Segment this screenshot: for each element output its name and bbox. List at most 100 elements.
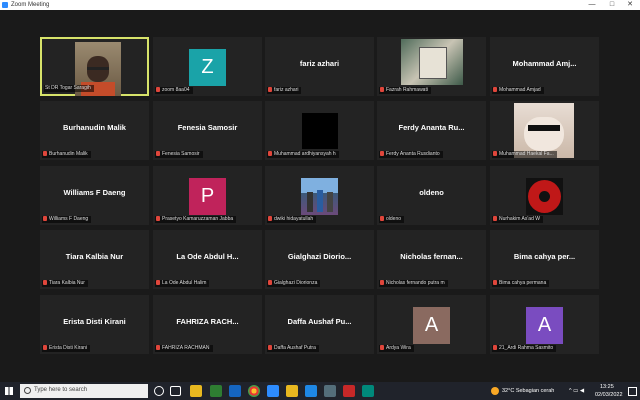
- participant-name-label: St DR Togar Saragih: [44, 85, 94, 92]
- participant-display-name: oldeno: [419, 188, 444, 197]
- avatar: P: [189, 178, 226, 215]
- mic-muted-icon: [156, 151, 160, 156]
- participant-name-label: fariz azhari: [267, 87, 302, 94]
- participant-tile[interactable]: La Ode Abdul H... La Ode Abdul Halim: [153, 230, 262, 289]
- mic-muted-icon: [493, 280, 497, 285]
- participant-name-label: Erista Disti Kirani: [42, 345, 91, 352]
- app-icon[interactable]: [324, 385, 336, 397]
- search-icon: [24, 387, 31, 394]
- participant-tile[interactable]: Gialghazi Diorio... Gialghazi Diorionza: [265, 230, 374, 289]
- participant-profile-image: [401, 39, 463, 85]
- participant-display-name: Erista Disti Kirani: [63, 317, 126, 326]
- participant-profile-image: [302, 113, 338, 149]
- avatar: Z: [189, 49, 226, 86]
- participant-tile[interactable]: Tiara Kalbia Nur Tiara Kalbia Nur: [40, 230, 149, 289]
- participant-tile[interactable]: Nurhakim As'ad W: [490, 166, 599, 225]
- participant-tile[interactable]: St DR Togar Saragih: [40, 37, 149, 96]
- participant-tile[interactable]: A 21_Ardi Rahma Sasmito: [490, 295, 599, 354]
- mic-muted-icon: [156, 345, 160, 350]
- clock-date[interactable]: 02/03/2022: [595, 392, 623, 398]
- mic-muted-icon: [493, 151, 497, 156]
- participant-display-name: Bima cahya per...: [513, 252, 576, 261]
- participant-display-name: Tiara Kalbia Nur: [65, 252, 124, 261]
- powerpoint-icon[interactable]: [343, 385, 355, 397]
- participant-profile-image: [514, 103, 574, 158]
- mail-icon[interactable]: [229, 385, 241, 397]
- participant-profile-image: [526, 178, 563, 215]
- windows-start-icon[interactable]: [5, 387, 13, 395]
- participant-tile[interactable]: fariz azhari fariz azhari: [265, 37, 374, 96]
- participant-tile[interactable]: P Prasetyo Kamaruzzaman Jabba: [153, 166, 262, 225]
- window-title: Zoom Meeting: [11, 2, 50, 8]
- avatar: A: [526, 307, 563, 344]
- participant-tile[interactable]: Daffa Aushaf Pu... Daffa Aushaf Putra: [265, 295, 374, 354]
- participant-tile[interactable]: Nicholas fernan... Nicholas fernando put…: [377, 230, 486, 289]
- chrome-icon[interactable]: [248, 385, 260, 397]
- participant-name-label: Nurhakim As'ad W: [492, 216, 543, 223]
- participant-name-label: Burhanudin Malik: [42, 151, 91, 158]
- mic-muted-icon: [268, 280, 272, 285]
- clock-time[interactable]: 13:25: [600, 384, 614, 390]
- zoom-app-icon: [2, 2, 8, 8]
- participant-tile[interactable]: Burhanudin Malik Burhanudin Malik: [40, 101, 149, 160]
- participant-tile[interactable]: Williams F Daeng Williams F Daeng: [40, 166, 149, 225]
- participant-name-label: Fenesia Samosir: [155, 151, 203, 158]
- mic-muted-icon: [156, 87, 160, 92]
- folder-icon[interactable]: [286, 385, 298, 397]
- participant-name-label: Daffa Aushaf Putra: [267, 345, 319, 352]
- cortana-icon[interactable]: [154, 386, 164, 396]
- word-icon[interactable]: [305, 385, 317, 397]
- participant-tile[interactable]: Mohammad Amj... Mohammad Amjad: [490, 37, 599, 96]
- file-explorer-icon[interactable]: [190, 385, 202, 397]
- participant-name-label: Muhammad ardhiyansyah h: [267, 151, 339, 158]
- mic-muted-icon: [43, 280, 47, 285]
- participant-display-name: La Ode Abdul H...: [176, 252, 239, 261]
- mic-muted-icon: [268, 345, 272, 350]
- participant-tile[interactable]: Z zoom 8aa04: [153, 37, 262, 96]
- app-icon[interactable]: [362, 385, 374, 397]
- search-placeholder: Type here to search: [34, 387, 88, 393]
- participant-name-label: Nicholas fernando putra m: [379, 280, 448, 287]
- excel-icon[interactable]: [210, 385, 222, 397]
- mic-muted-icon: [268, 87, 272, 92]
- mic-muted-icon: [43, 151, 47, 156]
- mic-muted-icon: [380, 87, 384, 92]
- participant-tile[interactable]: FAHRIZA RACH... FAHRIZA RACHMAN: [153, 295, 262, 354]
- mic-muted-icon: [156, 216, 160, 221]
- weather-text[interactable]: 32°C Sebagian cerah: [502, 388, 554, 394]
- participant-tile[interactable]: Ferdy Ananta Ru... Ferdy Ananta Rusdiant…: [377, 101, 486, 160]
- mic-muted-icon: [493, 345, 497, 350]
- participant-tile[interactable]: oldeno oldeno: [377, 166, 486, 225]
- participant-name-label: 21_Ardi Rahma Sasmito: [492, 345, 557, 352]
- mic-muted-icon: [380, 280, 384, 285]
- participant-display-name: FAHRIZA RACH...: [176, 317, 239, 326]
- maximize-button[interactable]: □: [604, 0, 620, 10]
- participant-tile[interactable]: dwiki hidayatullah: [265, 166, 374, 225]
- participant-name-label: FAHRIZA RACHMAN: [155, 345, 213, 352]
- participant-display-name: fariz azhari: [299, 59, 340, 68]
- zoom-taskbar-icon[interactable]: [267, 385, 279, 397]
- participant-name-label: Prasetyo Kamaruzzaman Jabba: [155, 216, 237, 223]
- taskbar-search-box[interactable]: Type here to search: [20, 384, 148, 398]
- participant-tile[interactable]: Fazrah Rahmawati: [377, 37, 486, 96]
- system-tray-icons[interactable]: ^ ▭ ◀: [569, 388, 584, 394]
- participant-tile[interactable]: Erista Disti Kirani Erista Disti Kirani: [40, 295, 149, 354]
- mic-muted-icon: [493, 216, 497, 221]
- participant-tile[interactable]: Bima cahya per... Bima cahya permana: [490, 230, 599, 289]
- participant-display-name: Williams F Daeng: [63, 188, 126, 197]
- participant-name-label: Fazrah Rahmawati: [379, 87, 431, 94]
- participant-name-label: Mohammad Amjad: [492, 87, 544, 94]
- minimize-button[interactable]: —: [584, 0, 600, 10]
- notification-icon[interactable]: [628, 387, 637, 396]
- participant-tile[interactable]: Muhammad ardhiyansyah h: [265, 101, 374, 160]
- mic-muted-icon: [380, 216, 384, 221]
- participant-tile[interactable]: Muhammad Haekal Fa...: [490, 101, 599, 160]
- task-view-icon[interactable]: [170, 386, 181, 396]
- mic-muted-icon: [380, 345, 384, 350]
- mic-muted-icon: [268, 216, 272, 221]
- participant-tile[interactable]: Fenesia Samosir Fenesia Samosir: [153, 101, 262, 160]
- participant-name-label: Williams F Daeng: [42, 216, 92, 223]
- weather-icon[interactable]: [491, 387, 499, 395]
- participant-tile[interactable]: A Ardya Wira: [377, 295, 486, 354]
- close-button[interactable]: ✕: [622, 0, 638, 10]
